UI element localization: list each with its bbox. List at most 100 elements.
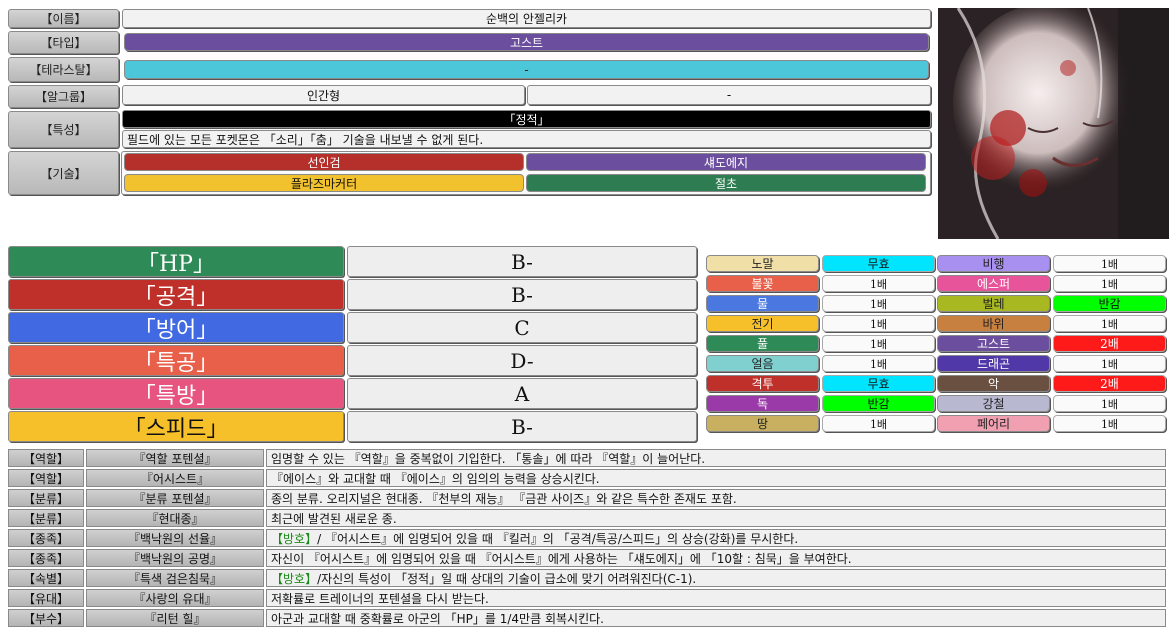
note-tag-4: 【종족】 (8, 529, 84, 547)
egg-group-value-2: - (527, 85, 931, 105)
stat-sp-defense-label: 「특방」 (8, 378, 344, 409)
note-name-1: 『어시스트』 (86, 469, 264, 487)
matchup-type-16: 강철 (937, 395, 1050, 412)
matchup-type-0: 노말 (706, 255, 819, 272)
note-tag-0: 【역할】 (8, 449, 84, 467)
type-value-ghost: 고스트 (124, 33, 929, 51)
note-tag-7: 【유대】 (8, 589, 84, 607)
note-tag-protect: 【방호】 (271, 531, 318, 546)
matchup-multiplier-15: 2배 (1053, 375, 1166, 392)
matchup-multiplier-4: 1배 (822, 335, 935, 352)
move-4: 절초 (526, 174, 926, 192)
ability-name: 「정적」 (122, 110, 931, 128)
note-name-8: 『리턴 힐』 (86, 609, 264, 627)
note-description-text: /자신의 특성이 「정적」일 때 상대의 기술이 급소에 맞기 어려워진다(C-… (317, 571, 697, 586)
matchup-type-3: 전기 (706, 315, 819, 332)
stat-hp-label: 「HP」 (8, 246, 344, 277)
egg-group-label: 【알그룹】 (8, 85, 119, 108)
matchup-type-13: 고스트 (937, 335, 1050, 352)
ability-description: 필드에 있는 모든 포켓몬은 「소리」「춤」 기술을 내보낼 수 없게 된다. (122, 130, 931, 148)
note-tag-6: 【속별】 (8, 569, 84, 587)
note-description-1: 『에이스』와 교대할 때 『에이스』의 임의의 능력을 상승시킨다. (266, 469, 1166, 487)
moves-label: 【기술】 (8, 151, 119, 195)
move-2: 섀도에지 (526, 153, 926, 171)
matchup-multiplier-12: 1배 (1053, 315, 1166, 332)
matchup-multiplier-5: 1배 (822, 355, 935, 372)
matchup-multiplier-17: 1배 (1053, 415, 1166, 432)
matchup-multiplier-8: 1배 (822, 415, 935, 432)
matchup-multiplier-1: 1배 (822, 275, 935, 292)
note-description-2: 종의 분류. 오리지널은 현대종. 『천부의 재능』 『금관 사이즈』와 같은 … (266, 489, 1166, 507)
matchup-multiplier-11: 반감 (1053, 295, 1166, 312)
note-description-3: 최근에 발견된 새로운 종. (266, 509, 1166, 527)
matchup-type-4: 풀 (706, 335, 819, 352)
note-description-text: 아군과 교대할 때 중확률로 아군의 「HP」를 1/4만큼 회복시킨다. (271, 611, 604, 626)
note-tag-3: 【분류】 (8, 509, 84, 527)
note-description-7: 저확률로 트레이너의 포텐셜을 다시 받는다. (266, 589, 1166, 607)
note-description-5: 자신이 『어시스트』에 임명되어 있을 때 『어시스트』에게 사용하는 「섀도에… (266, 549, 1166, 567)
name-value: 순백의 안젤리카 (122, 9, 931, 28)
stat-sp-attack-grade: D- (347, 345, 697, 376)
matchup-type-6: 격투 (706, 375, 819, 392)
matchup-multiplier-2: 1배 (822, 295, 935, 312)
matchup-type-11: 벌레 (937, 295, 1050, 312)
note-description-8: 아군과 교대할 때 중확률로 아군의 「HP」를 1/4만큼 회복시킨다. (266, 609, 1166, 627)
matchup-multiplier-9: 1배 (1053, 255, 1166, 272)
matchup-type-14: 드래곤 (937, 355, 1050, 372)
note-description-4: 【방호】 / 『어시스트』에 임명되어 있을 때 『킬러』의 「공격/특공/스피… (266, 529, 1166, 547)
move-3: 플라즈마커터 (124, 174, 524, 192)
stat-attack-grade: B- (347, 279, 697, 310)
note-name-2: 『분류 포텐셜』 (86, 489, 264, 507)
note-description-text: 종의 분류. 오리지널은 현대종. 『천부의 재능』 『금관 사이즈』와 같은 … (271, 491, 737, 506)
note-tag-1: 【역할】 (8, 469, 84, 487)
stat-attack-label: 「공격」 (8, 279, 344, 310)
matchup-type-12: 바위 (937, 315, 1050, 332)
stat-defense-grade: C (347, 312, 697, 343)
stat-defense-label: 「방어」 (8, 312, 344, 343)
note-description-text: 자신이 『어시스트』에 임명되어 있을 때 『어시스트』에게 사용하는 「섀도에… (271, 551, 852, 566)
matchup-multiplier-16: 1배 (1053, 395, 1166, 412)
stat-speed-label: 「스피드」 (8, 411, 344, 442)
note-description-0: 임명할 수 있는 『역할』을 중복없이 기입한다. 「통솔」에 따라 『역할』이… (266, 449, 1166, 467)
stat-sp-attack-label: 「특공」 (8, 345, 344, 376)
note-name-0: 『역할 포텐셜』 (86, 449, 264, 467)
tera-value: - (124, 60, 929, 79)
egg-group-value-1: 인간형 (122, 85, 525, 105)
note-tag-8: 【부수】 (8, 609, 84, 627)
note-name-5: 『백낙원의 공명』 (86, 549, 264, 567)
matchup-multiplier-7: 반감 (822, 395, 935, 412)
note-name-3: 『현대종』 (86, 509, 264, 527)
character-portrait (938, 8, 1169, 239)
matchup-multiplier-0: 무효 (822, 255, 935, 272)
note-description-text: 최근에 발견된 새로운 종. (271, 511, 397, 526)
matchup-type-5: 얼음 (706, 355, 819, 372)
matchup-multiplier-13: 2배 (1053, 335, 1166, 352)
matchup-multiplier-14: 1배 (1053, 355, 1166, 372)
matchup-type-17: 페어리 (937, 415, 1050, 432)
matchup-multiplier-6: 무효 (822, 375, 935, 392)
stat-hp-grade: B- (347, 246, 697, 277)
note-tag-protect: 【방호】 (271, 571, 318, 586)
note-name-6: 『특색 검은침묵』 (86, 569, 264, 587)
name-label: 【이름】 (8, 9, 119, 28)
move-1: 선인검 (124, 153, 524, 171)
portrait-image (938, 8, 1169, 239)
tera-label: 【테라스탈】 (8, 57, 119, 82)
matchup-multiplier-3: 1배 (822, 315, 935, 332)
matchup-multiplier-10: 1배 (1053, 275, 1166, 292)
ability-label: 【특성】 (8, 111, 119, 148)
matchup-type-9: 비행 (937, 255, 1050, 272)
matchup-type-8: 땅 (706, 415, 819, 432)
matchup-type-7: 독 (706, 395, 819, 412)
type-label: 【타입】 (8, 31, 119, 54)
note-description-text: 임명할 수 있는 『역할』을 중복없이 기입한다. 「통솔」에 따라 『역할』이… (271, 451, 706, 466)
note-description-6: 【방호】/자신의 특성이 「정적」일 때 상대의 기술이 급소에 맞기 어려워진… (266, 569, 1166, 587)
note-name-4: 『백낙원의 선율』 (86, 529, 264, 547)
matchup-type-10: 에스퍼 (937, 275, 1050, 292)
stat-speed-grade: B- (347, 411, 697, 442)
note-description-text: 저확률로 트레이너의 포텐셜을 다시 받는다. (271, 591, 489, 606)
note-description-text: 『에이스』와 교대할 때 『에이스』의 임의의 능력을 상승시킨다. (271, 471, 600, 486)
matchup-type-15: 악 (937, 375, 1050, 392)
matchup-type-1: 불꽃 (706, 275, 819, 292)
stat-sp-defense-grade: A (347, 378, 697, 409)
